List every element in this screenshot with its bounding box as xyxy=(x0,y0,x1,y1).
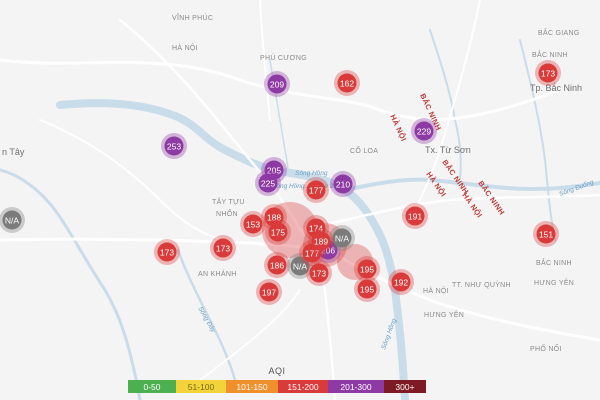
legend-segment: 151-200 xyxy=(278,380,328,393)
aqi-station-marker[interactable]: 186 xyxy=(264,252,290,278)
marker-value: 173 xyxy=(541,69,555,79)
marker-value: 175 xyxy=(271,228,285,238)
aqi-station-marker[interactable]: 173 xyxy=(154,239,180,265)
aqi-station-marker[interactable]: 210 xyxy=(330,171,356,197)
aqi-station-marker[interactable]: 209 xyxy=(264,71,290,97)
aqi-station-marker[interactable]: 153 xyxy=(240,211,266,237)
marker-value: 173 xyxy=(312,269,326,279)
label-bac-giang: BẮC GIANG xyxy=(538,28,580,37)
label-son-tay: n Tây xyxy=(2,147,25,157)
marker-value: 177 xyxy=(309,186,323,196)
label-nhon: NHỔN xyxy=(216,209,238,218)
aqi-station-marker[interactable]: 173 xyxy=(535,60,561,86)
aqi-legend: AQI 0-50 51-100 101-150 151-200 201-300 300+ xyxy=(128,366,426,396)
map-canvas[interactable]: VĨNH PHÚC HÀ NỘI PHÙ CƯƠNG BẮC GIANG BẮC… xyxy=(0,0,600,400)
marker-value: 173 xyxy=(216,244,230,254)
marker-value: N/A xyxy=(335,234,350,244)
label-tay-tuu: TÂY TỰU xyxy=(212,197,245,206)
label-tp-bac-ninh: Tp. Bắc Ninh xyxy=(530,83,582,93)
aqi-station-marker[interactable]: N/A xyxy=(0,207,25,233)
marker-value: 162 xyxy=(340,79,354,89)
aqi-station-marker[interactable]: 191 xyxy=(402,203,428,229)
aqi-station-marker[interactable]: 177 xyxy=(303,177,329,203)
legend-title: AQI xyxy=(268,366,286,376)
legend-segment: 0-50 xyxy=(128,380,176,393)
marker-value: 189 xyxy=(314,237,328,247)
marker-value: 191 xyxy=(408,212,422,222)
label-phu-cuong: PHÙ CƯƠNG xyxy=(260,53,307,62)
label-ha-noi-nw: HÀ NỘI xyxy=(172,43,198,52)
marker-value: 173 xyxy=(160,248,174,258)
legend-segment: 201-300 xyxy=(328,380,384,393)
marker-value: 197 xyxy=(262,288,276,298)
aqi-station-marker[interactable]: 253 xyxy=(161,133,187,159)
marker-value: 153 xyxy=(246,220,260,230)
marker-value: 186 xyxy=(270,261,284,271)
marker-value: 253 xyxy=(167,142,181,152)
marker-value: 225 xyxy=(261,179,275,189)
aqi-station-marker[interactable]: 229 xyxy=(411,118,437,144)
marker-value: N/A xyxy=(5,216,20,226)
label-bac-ninh-se: BẮC NINH xyxy=(536,258,572,267)
label-an-khanh: AN KHÁNH xyxy=(198,269,237,278)
aqi-station-marker[interactable]: 189 xyxy=(308,228,334,254)
marker-value: 209 xyxy=(270,80,284,90)
marker-value: 195 xyxy=(360,265,374,275)
marker-value: 195 xyxy=(360,285,374,295)
label-hung-yen-2: HƯNG YÊN xyxy=(424,310,464,319)
label-bac-ninh-top: BẮC NINH xyxy=(532,50,568,59)
label-co-loa: CỔ LOA xyxy=(350,146,378,155)
label-song-hong-n: Sông Hồng xyxy=(295,168,328,177)
label-ha-noi-s: HÀ NỘI xyxy=(423,286,449,295)
aqi-station-marker[interactable]: 175 xyxy=(265,219,291,245)
legend-segment: 300+ xyxy=(384,380,426,393)
marker-value: 210 xyxy=(336,180,350,190)
aqi-station-marker[interactable]: 151 xyxy=(533,221,559,247)
legend-bar: 0-50 51-100 101-150 151-200 201-300 300+ xyxy=(128,380,426,393)
marker-value: 151 xyxy=(539,230,553,240)
marker-value: 229 xyxy=(417,127,431,137)
marker-value: 192 xyxy=(394,278,408,288)
legend-segment: 101-150 xyxy=(226,380,278,393)
label-nhu-quynh: TT. NHƯ QUỲNH xyxy=(452,280,511,289)
aqi-station-marker[interactable]: 195 xyxy=(354,276,380,302)
aqi-station-marker[interactable]: 197 xyxy=(256,279,282,305)
label-tx-tu-son: Tx. Từ Sơn xyxy=(425,145,471,155)
aqi-station-marker[interactable]: 192 xyxy=(388,269,414,295)
aqi-station-marker[interactable]: 162 xyxy=(334,70,360,96)
label-hung-yen-1: HƯNG YÊN xyxy=(534,278,574,287)
legend-segment: 51-100 xyxy=(176,380,226,393)
aqi-station-marker[interactable]: 225 xyxy=(255,170,281,196)
label-vinh-phuc: VĨNH PHÚC xyxy=(172,13,213,22)
aqi-station-marker[interactable]: 173 xyxy=(210,235,236,261)
